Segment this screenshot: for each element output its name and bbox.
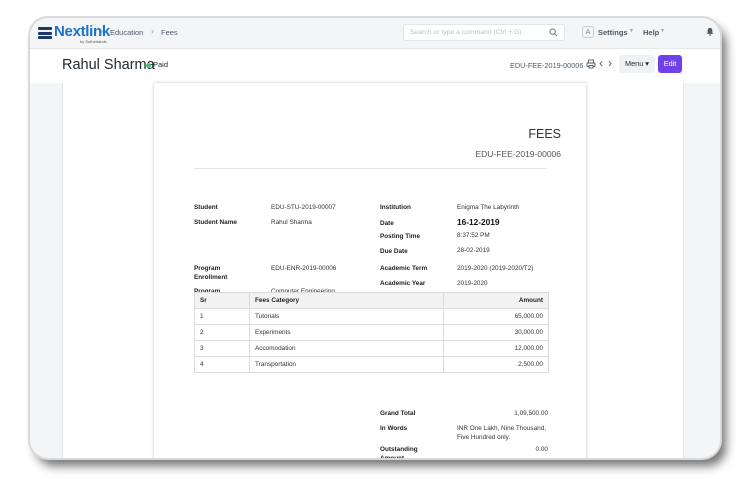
field-label-date: Date: [380, 220, 394, 227]
print-preview: FEES EDU-FEE-2019-00006 Student EDU-STU-…: [154, 83, 586, 458]
divider: [194, 168, 547, 169]
table-row: 1 Tutorials 65,000.00: [194, 308, 549, 325]
page-header: Rahul Sharma Paid EDU-FEE-2019-00006 ‹ ›…: [30, 49, 720, 83]
edit-button[interactable]: Edit: [658, 55, 682, 73]
menu-label: Menu: [625, 59, 644, 68]
chevron-right-icon: ›: [151, 26, 154, 36]
cell-amount: 30,000.00: [443, 324, 549, 341]
table-header-row: Sr Fees Category Amount: [194, 292, 549, 309]
chevron-down-icon: ▾: [630, 28, 634, 34]
navbar: Nextlink by Sutherlands › Education › Fe…: [30, 18, 720, 49]
cell-sr: 2: [194, 324, 250, 341]
search-input[interactable]: Search or type a command (Ctrl + G): [403, 24, 565, 41]
field-label-student: Student: [194, 204, 218, 211]
logo-bars-icon: [38, 27, 52, 39]
outstanding-amount-label: Outstanding Amount: [380, 446, 418, 458]
chevron-down-icon: ▾: [661, 28, 665, 34]
menu-button[interactable]: Menu ▾: [619, 55, 655, 73]
doc-id: EDU-FEE-2019-00006: [475, 149, 561, 159]
status-indicator: [146, 63, 151, 68]
in-words-label: In Words: [380, 425, 408, 432]
cell-category: Accomodation: [249, 340, 444, 357]
table-row: 3 Accomodation 12,000.00: [194, 340, 549, 357]
field-label-academic-year: Academic Year: [380, 280, 426, 287]
search-icon: [549, 28, 558, 37]
in-words-value: INR One Lakh, Nine Thousand, Five Hundre…: [457, 425, 547, 441]
fees-table: Sr Fees Category Amount 1 Tutorials 65,0…: [194, 292, 549, 373]
cell-amount: 12,000.00: [443, 340, 549, 357]
app-window: Nextlink by Sutherlands › Education › Fe…: [30, 18, 720, 458]
settings-dropdown[interactable]: Settings: [598, 28, 628, 37]
breadcrumb-fees[interactable]: Fees: [161, 28, 178, 37]
cell-category: Transportation: [249, 356, 444, 373]
field-label-institution: Institution: [380, 204, 411, 211]
chevron-right-icon: ›: [100, 26, 103, 36]
doc-heading: FEES: [528, 127, 561, 141]
field-value-posting-time: 8:37:52 PM: [457, 232, 490, 239]
field-value-institution: Enigma The Labyrinth: [457, 204, 520, 211]
cell-amount: 2,500.00: [443, 356, 549, 373]
table-row: 4 Transportation 2,500.00: [194, 356, 549, 373]
cell-category: Experiments: [249, 324, 444, 341]
bell-icon[interactable]: [706, 27, 714, 36]
help-dropdown[interactable]: Help: [643, 28, 659, 37]
column-header-sr: Sr: [194, 292, 250, 309]
cell-sr: 1: [194, 308, 250, 325]
document-name: EDU-FEE-2019-00006: [510, 61, 584, 70]
cell-sr: 3: [194, 340, 250, 357]
cell-amount: 65,000.00: [443, 308, 549, 325]
previous-doc-icon[interactable]: ‹: [599, 56, 603, 70]
cell-sr: 4: [194, 356, 250, 373]
field-value-date: 16-12-2019: [457, 217, 500, 227]
table-row: 2 Experiments 30,000.00: [194, 324, 549, 341]
printer-icon[interactable]: [586, 59, 596, 69]
column-header-fees-category: Fees Category: [249, 292, 444, 309]
search-placeholder: Search or type a command (Ctrl + G): [410, 29, 522, 36]
field-value-due-date: 28-02-2019: [457, 247, 490, 254]
outstanding-amount-value: 0.00: [535, 446, 548, 453]
next-doc-icon[interactable]: ›: [608, 56, 612, 70]
brand-subtitle: by Sutherlands: [80, 39, 107, 44]
field-label-posting-time: Posting Time: [380, 233, 421, 240]
field-label-due-date: Due Date: [380, 248, 408, 255]
field-value-academic-year: 2019-2020: [457, 280, 488, 287]
grand-total-value: 1,09,500.00: [514, 410, 548, 417]
field-label-academic-term: Academic Term: [380, 265, 428, 272]
field-value-student-name: Rahul Sharma: [271, 219, 312, 226]
page-title: Rahul Sharma: [62, 57, 155, 73]
field-value-program-enrollment: EDU-ENR-2019-00006: [271, 265, 337, 272]
column-header-amount: Amount: [443, 292, 549, 309]
field-value-academic-term: 2019-2020 (2019-2020/T2): [457, 265, 534, 272]
cell-category: Tutorials: [249, 308, 444, 325]
field-value-student: EDU-STU-2019-00007: [271, 204, 336, 211]
avatar[interactable]: A: [582, 26, 594, 38]
field-label-student-name: Student Name: [194, 219, 237, 226]
grand-total-label: Grand Total: [380, 410, 416, 417]
breadcrumb-education[interactable]: Education: [110, 28, 143, 37]
field-label-program-enrollment: Program Enrollment: [194, 265, 228, 281]
status-badge: Paid: [153, 60, 169, 69]
